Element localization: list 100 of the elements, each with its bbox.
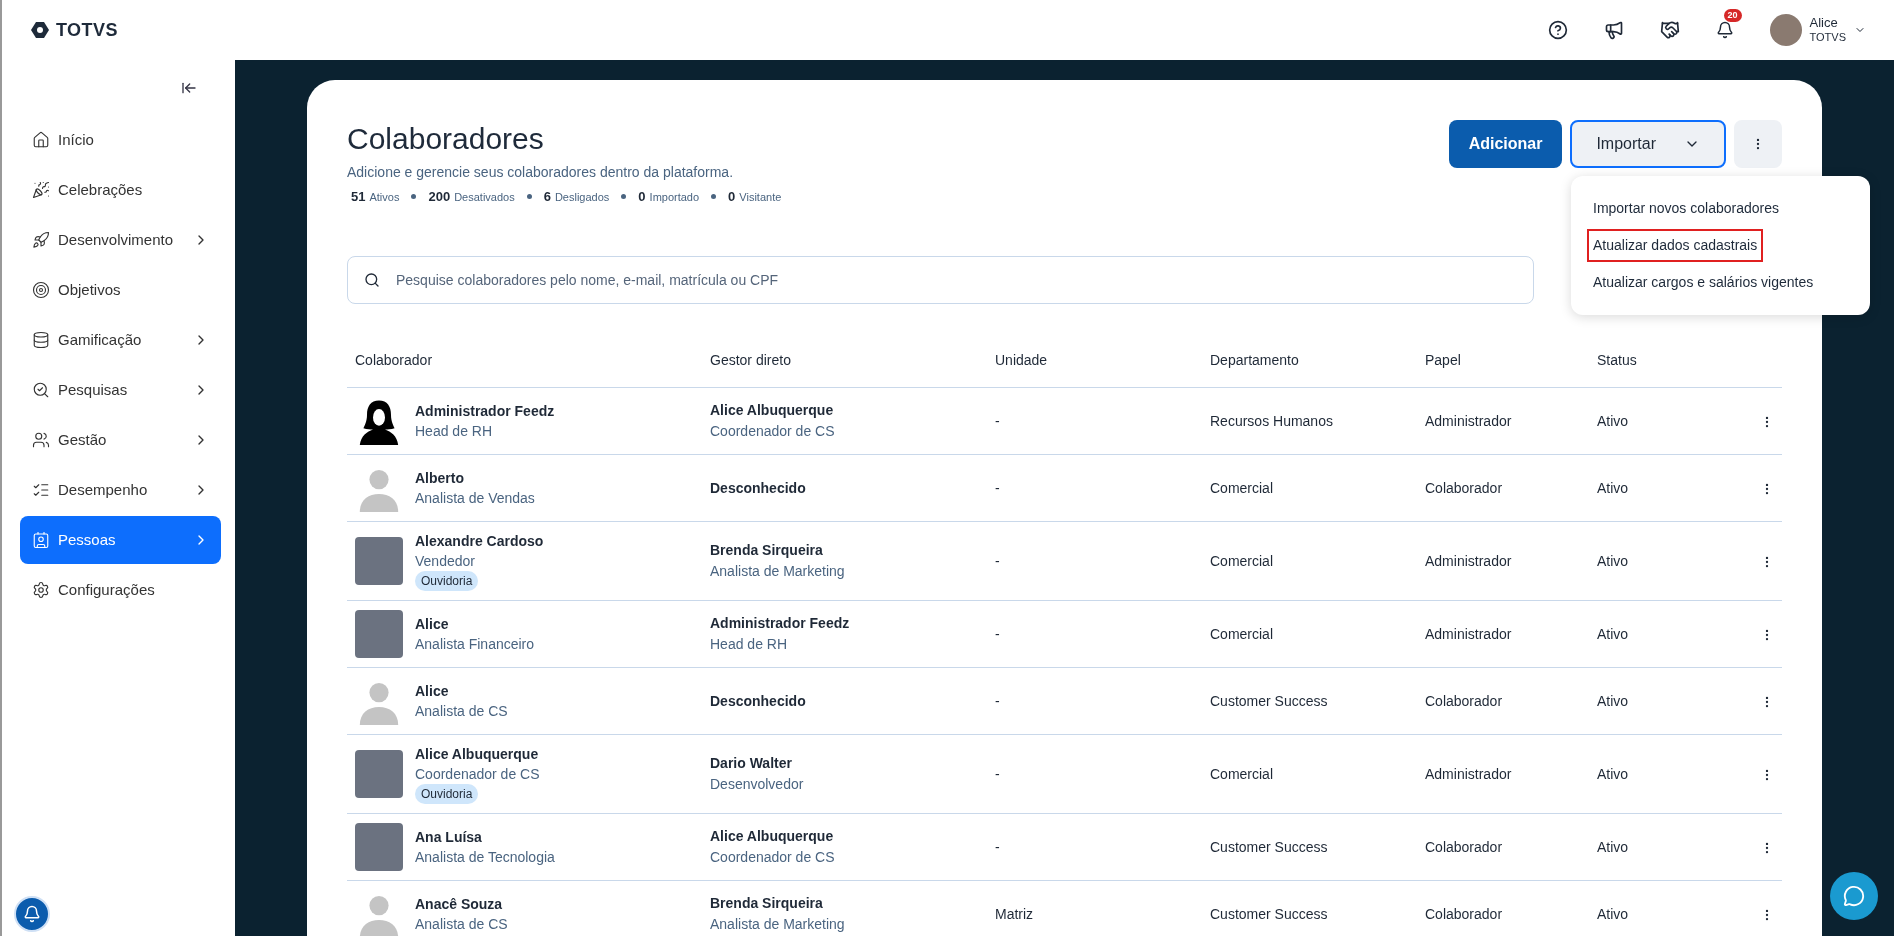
collapse-sidebar-icon[interactable] <box>181 80 197 96</box>
search-input[interactable]: Pesquise colaboradores pelo nome, e-mail, matrícula ou CPF <box>396 269 1517 291</box>
employee-role: Analista de Vendas <box>415 489 535 508</box>
table-cell: - <box>995 765 1000 782</box>
magnifier-chart-icon <box>32 381 50 399</box>
table-cell: Customer Success <box>1210 838 1328 855</box>
help-icon[interactable] <box>1547 20 1568 40</box>
table-cell: Ativo <box>1597 552 1629 569</box>
employee-name[interactable]: Ana Luísa <box>415 827 555 847</box>
count-label[interactable]: Visitante <box>739 188 782 205</box>
employee-role: Analista de CS <box>415 915 508 934</box>
table-cell: Colaborador <box>1425 838 1503 855</box>
table-cell: Ativo <box>1597 765 1629 782</box>
count-label[interactable]: Importado <box>649 188 700 205</box>
employee-name[interactable]: Administrador Feedz <box>415 401 555 421</box>
count-value: 0 <box>728 187 736 206</box>
count-value: 6 <box>543 187 551 206</box>
manager-role: Coordenador de CS <box>710 848 836 867</box>
table-cell: Customer Success <box>1210 692 1328 709</box>
chat-icon <box>1843 885 1865 907</box>
column-header: Unidade <box>987 350 1202 388</box>
table-cell: Comercial <box>1210 479 1273 496</box>
manager-name: Brenda Sirqueira <box>710 541 824 560</box>
employee-name[interactable]: Alberto <box>415 468 535 488</box>
handshake-icon[interactable] <box>1659 20 1680 40</box>
notification-bell-icon[interactable] <box>1715 21 1734 39</box>
employee-name[interactable]: Alice <box>415 614 535 634</box>
chat-button[interactable] <box>1830 872 1878 920</box>
party-popper-icon <box>32 181 50 199</box>
table-cell: Administrador <box>1425 412 1512 429</box>
megaphone-icon[interactable] <box>1603 20 1624 40</box>
table-cell: Ativo <box>1597 479 1629 496</box>
sidebar-item[interactable]: Gamificação <box>20 316 221 364</box>
table-cell: Colaborador <box>1425 905 1503 922</box>
manager-role: Coordenador de CS <box>710 422 836 441</box>
settings-icon <box>32 581 50 599</box>
employee-name[interactable]: Alice Albuquerque <box>415 744 540 764</box>
employee-role: Vendedor <box>415 552 476 571</box>
menu-item[interactable]: Atualizar dados cadastrais <box>1587 229 1764 262</box>
table-cell: Recursos Humanos <box>1210 412 1333 429</box>
photo-placeholder <box>355 537 403 585</box>
manager-role: Desenvolvedor <box>710 775 805 794</box>
table-cell: Ativo <box>1597 838 1629 855</box>
table-cell: Ativo <box>1597 625 1629 642</box>
bell-icon <box>23 905 41 923</box>
sidebar-item[interactable]: Objetivos <box>20 266 221 314</box>
count-value: 51 <box>351 187 366 206</box>
coin-stack-icon <box>32 331 50 349</box>
employee-name[interactable]: Alice <box>415 681 508 701</box>
logo-icon <box>30 20 50 40</box>
notification-count-badge: 20 <box>1723 9 1742 22</box>
column-header: Papel <box>1417 350 1589 388</box>
count-value: 200 <box>428 187 451 206</box>
photo-placeholder <box>355 823 403 871</box>
employee-name[interactable]: Alexandre Cardoso <box>415 531 544 551</box>
user-company: TOTVS <box>1809 31 1846 45</box>
count-label[interactable]: Desligados <box>554 188 610 205</box>
search-field[interactable]: Pesquise colaboradores pelo nome, e-mail, matrícula ou CPF <box>347 256 1534 304</box>
table-cell: Administrador <box>1425 765 1512 782</box>
people-icon <box>32 431 50 449</box>
photo-placeholder <box>355 610 403 658</box>
menu-item[interactable]: Atualizar cargos e salários vigentes <box>1587 266 1820 299</box>
logo-text: TOTVS <box>56 18 118 42</box>
menu-item[interactable]: Importar novos colaboradores <box>1587 192 1785 225</box>
notification-bell-button[interactable] <box>14 896 50 932</box>
count-label[interactable]: Ativos <box>369 188 400 205</box>
table-cell: Administrador <box>1425 552 1512 569</box>
column-header: Colaborador <box>347 350 702 388</box>
count-label[interactable]: Desativados <box>454 188 515 205</box>
table-cell: Customer Success <box>1210 905 1328 922</box>
table-cell: - <box>995 552 1000 569</box>
photo-placeholder <box>355 750 403 798</box>
sidebar-item[interactable]: Pessoas <box>20 516 221 564</box>
table-cell: Ativo <box>1597 412 1629 429</box>
sidebar-item[interactable]: Desenvolvimento <box>20 216 221 264</box>
search-icon <box>364 272 380 288</box>
page-title: Colaboradores <box>347 121 545 157</box>
sidebar-item[interactable]: Gestão <box>20 416 221 464</box>
import-dropdown-button[interactable]: Importar <box>1570 120 1726 168</box>
table-cell: - <box>995 692 1000 709</box>
sidebar-item[interactable]: Configurações <box>20 566 221 614</box>
table-cell: Colaborador <box>1425 479 1503 496</box>
ouvidoria-tag: Ouvidoria <box>415 571 479 591</box>
sidebar-item[interactable]: Celebrações <box>20 166 221 214</box>
table-cell: Administrador <box>1425 625 1512 642</box>
user-avatar-photo[interactable] <box>1769 14 1802 46</box>
ouvidoria-tag: Ouvidoria <box>415 784 479 804</box>
table-cell: Ativo <box>1597 692 1629 709</box>
sidebar-item[interactable]: Início <box>20 116 221 164</box>
employee-role: Head de RH <box>415 422 494 441</box>
column-header: Departamento <box>1202 350 1417 388</box>
sidebar-item[interactable]: Pesquisas <box>20 366 221 414</box>
employee-name[interactable]: Anacê Souza <box>415 894 508 914</box>
manager-name: Administrador Feedz <box>710 614 851 633</box>
add-button[interactable]: Adicionar <box>1448 120 1563 168</box>
sidebar-item[interactable]: Desempenho <box>20 466 221 514</box>
rocket-icon <box>32 231 50 249</box>
manager-name: Alice Albuquerque <box>710 401 835 420</box>
table-cell: - <box>995 625 1000 642</box>
checklist-icon <box>32 481 50 499</box>
